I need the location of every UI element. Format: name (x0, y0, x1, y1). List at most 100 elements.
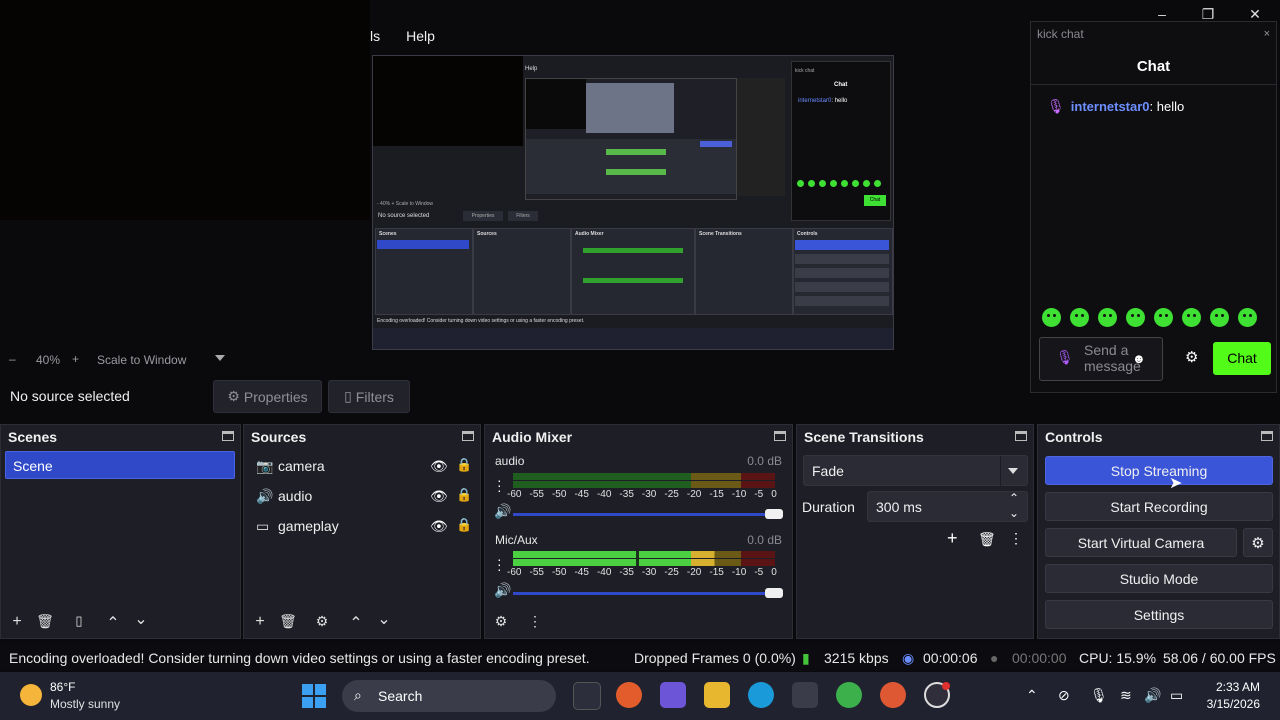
undock-icon[interactable] (774, 431, 786, 441)
emote-icon[interactable] (1042, 308, 1061, 327)
meter-tick-label: -20 (686, 489, 702, 500)
emoji-icon[interactable]: ☻ (1132, 351, 1146, 366)
eye-icon[interactable]: 👁 (430, 518, 448, 535)
duckduckgo-icon[interactable] (880, 682, 906, 708)
filter-icon[interactable]: ▯ (69, 613, 89, 629)
speaker-icon[interactable]: 🔊 (494, 582, 511, 599)
chevron-down-icon[interactable]: ⌄ (1009, 498, 1019, 529)
source-item-audio[interactable]: 🔊 audio 👁 🔒 (256, 483, 476, 509)
eye-icon[interactable]: 👁 (430, 458, 448, 475)
more-options-icon[interactable]: ⋮ (525, 613, 545, 630)
emote-icon[interactable] (1210, 308, 1229, 327)
chevron-up-icon[interactable]: ⌃ (103, 613, 123, 633)
chevron-up-icon[interactable]: ⌃ (346, 613, 366, 633)
weather-sun-icon[interactable] (20, 684, 42, 706)
edge-icon[interactable] (748, 682, 774, 708)
weather-desc[interactable]: Mostly sunny (50, 697, 120, 711)
studio-mode-button[interactable]: Studio Mode (1045, 564, 1273, 593)
chrome-icon[interactable] (836, 682, 862, 708)
meter-tick-label: -60 (507, 567, 522, 578)
clock-date[interactable]: 3/15/2026 (1200, 697, 1260, 711)
chevron-down-icon[interactable]: ⌄ (131, 609, 151, 629)
source-item-gameplay[interactable]: ▭ gameplay 👁 🔒 (256, 513, 476, 539)
undock-icon[interactable] (1261, 431, 1273, 441)
volume-slider-handle[interactable] (765, 588, 783, 598)
undock-icon[interactable] (462, 431, 474, 441)
weather-temp[interactable]: 86°F (50, 680, 75, 694)
undock-icon[interactable] (1015, 431, 1027, 441)
gear-icon[interactable]: ⚙ (312, 613, 332, 630)
task-view-icon[interactable] (573, 682, 601, 710)
stop-streaming-button[interactable]: Stop Streaming (1045, 456, 1273, 485)
lock-icon[interactable]: 🔒 (456, 487, 472, 503)
meter-tick-label: -20 (686, 567, 702, 578)
emote-icon[interactable] (1098, 308, 1117, 327)
trash-icon[interactable]: 🗑 (35, 613, 55, 630)
start-virtual-camera-button[interactable]: Start Virtual Camera (1045, 528, 1237, 557)
gear-icon[interactable]: ⚙ (1185, 348, 1198, 366)
volume-slider[interactable] (513, 513, 771, 516)
network-off-icon[interactable]: ⊘ (1058, 687, 1070, 704)
more-options-icon[interactable]: ⋮ (1009, 530, 1023, 547)
menu-tools-partial[interactable]: ls (370, 28, 380, 44)
trash-icon[interactable]: 🗑 (278, 613, 298, 630)
chat-username[interactable]: internetstar0 (1071, 99, 1150, 114)
emote-icon[interactable] (1070, 308, 1089, 327)
scene-list-item[interactable]: Scene (5, 451, 235, 479)
duration-input[interactable]: 300 ms ⌃ ⌄ (867, 491, 1028, 522)
menu-help[interactable]: Help (406, 28, 435, 44)
volume-slider[interactable] (513, 592, 771, 595)
volume-icon[interactable]: 🔊 (1144, 687, 1161, 704)
start-recording-button[interactable]: Start Recording (1045, 492, 1273, 521)
zoom-out-button[interactable]: – (9, 352, 16, 366)
emote-icon[interactable] (1154, 308, 1173, 327)
clock-time[interactable]: 2:33 AM (1200, 680, 1260, 694)
store-icon[interactable] (792, 682, 818, 708)
taskbar: 86°F Mostly sunny ⌕ Search ⌃ ⊘ 🎙 ≋ 🔊 ▭ 2… (0, 672, 1280, 720)
emote-icon[interactable] (1182, 308, 1201, 327)
add-icon[interactable]: + (7, 613, 27, 631)
transition-select[interactable]: Fade (803, 455, 1028, 487)
close-icon[interactable]: × (1264, 28, 1270, 40)
emote-icon[interactable] (1126, 308, 1145, 327)
chat-message-input[interactable]: 🎙 Send a message ☻ (1039, 337, 1163, 381)
preview-canvas[interactable]: Help kick chat Chat internetstar0: hello… (372, 55, 894, 350)
minimize-button[interactable]: – (1150, 6, 1174, 22)
chevron-up-icon[interactable]: ⌃ (1026, 687, 1038, 704)
settings-icon[interactable]: ⚙ (491, 613, 511, 630)
chevron-down-icon[interactable]: ⌄ (374, 609, 394, 629)
emote-icon[interactable] (1238, 308, 1257, 327)
microphone-icon[interactable]: 🎙 (1090, 687, 1108, 704)
add-icon[interactable]: + (947, 528, 958, 549)
wifi-icon[interactable]: ≋ (1120, 687, 1132, 704)
undock-icon[interactable] (222, 431, 234, 441)
settings-button[interactable]: Settings (1045, 600, 1273, 629)
lock-icon[interactable]: 🔒 (456, 517, 472, 533)
speaker-icon[interactable]: 🔊 (494, 503, 511, 520)
chevron-down-icon[interactable] (215, 355, 225, 361)
virtual-camera-settings-button[interactable]: ⚙ (1243, 528, 1273, 557)
meter-tick-label: -25 (664, 567, 679, 578)
transition-value: Fade (812, 463, 844, 479)
more-options-icon[interactable]: · · · (497, 552, 502, 576)
volume-slider-handle[interactable] (765, 509, 783, 519)
more-options-icon[interactable]: · · · (497, 473, 502, 497)
mini-status: Encoding overloaded! Consider turning do… (377, 318, 585, 324)
filters-button[interactable]: ▯ Filters (328, 380, 410, 413)
file-explorer-icon[interactable] (704, 682, 730, 708)
taskbar-search[interactable]: ⌕ Search (342, 680, 556, 712)
zoom-in-button[interactable]: + (72, 352, 79, 366)
chat-send-button[interactable]: Chat (1213, 342, 1271, 375)
battery-icon[interactable]: ▭ (1170, 687, 1183, 704)
windows-start-icon[interactable] (302, 684, 326, 708)
source-item-camera[interactable]: 📷 camera 👁 🔒 (256, 453, 476, 479)
m365-icon[interactable] (660, 682, 686, 708)
trash-icon[interactable]: 🗑 (978, 531, 996, 548)
firefox-icon[interactable] (616, 682, 642, 708)
lock-icon[interactable]: 🔒 (456, 457, 472, 473)
eye-icon[interactable]: 👁 (430, 488, 448, 505)
add-icon[interactable]: + (250, 613, 270, 631)
mini-chat-send: Chat (864, 195, 886, 206)
properties-button[interactable]: ⚙ Properties (213, 380, 322, 413)
zoom-mode-select[interactable]: Scale to Window (97, 353, 186, 367)
